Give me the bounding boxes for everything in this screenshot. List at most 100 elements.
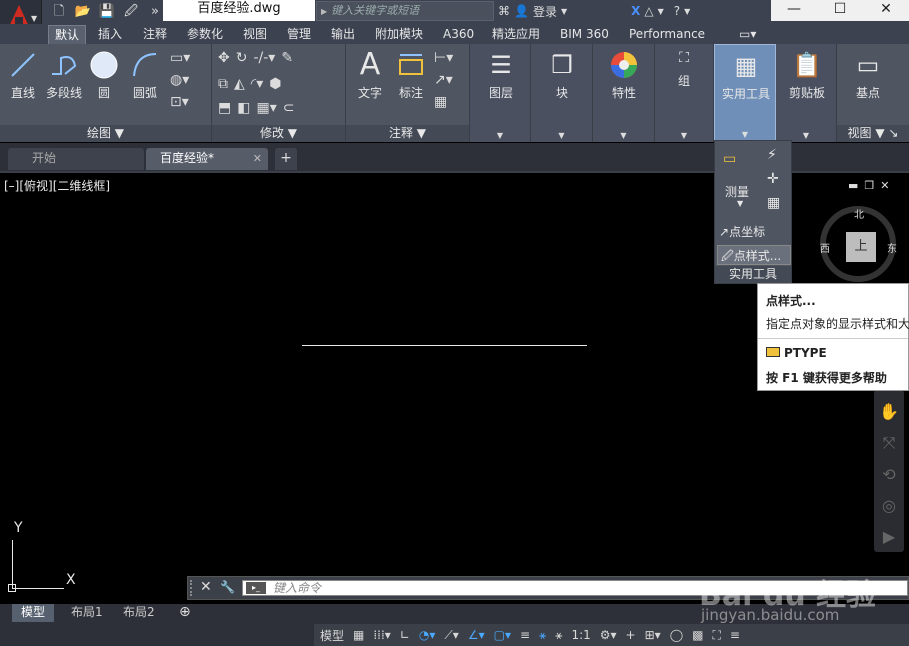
- tab-insert[interactable]: 插入: [92, 25, 128, 44]
- add-layout-button[interactable]: ⊕: [170, 604, 200, 622]
- view-panel-title[interactable]: 视图 ▼ ↘: [837, 125, 909, 142]
- chevron-down-icon[interactable]: ▼: [737, 199, 743, 208]
- auto-scale-icon[interactable]: ⚹: [555, 628, 562, 643]
- new-tab-button[interactable]: +: [275, 148, 297, 170]
- compass-west[interactable]: 西: [820, 240, 830, 255]
- close-button[interactable]: ✕: [863, 0, 909, 21]
- tab-featured-apps[interactable]: 精选应用: [486, 25, 546, 44]
- clean-screen-icon[interactable]: ⛶: [712, 628, 720, 643]
- maximize-button[interactable]: ☐: [817, 0, 863, 21]
- polar-icon[interactable]: ◔▾: [419, 628, 436, 642]
- save-icon[interactable]: 💾: [96, 2, 118, 22]
- arc-button[interactable]: 圆弧: [128, 50, 162, 101]
- a360-icon[interactable]: △: [644, 4, 653, 18]
- chevron-down-icon[interactable]: ▼: [558, 131, 564, 140]
- model-space-button[interactable]: 模型: [320, 627, 344, 644]
- tab-annotate[interactable]: 注释: [137, 25, 173, 44]
- new-file-icon[interactable]: 🗋: [48, 2, 70, 22]
- line-button[interactable]: 直线: [6, 50, 40, 101]
- group-button[interactable]: ⛶ 组: [667, 48, 701, 89]
- snap-icon[interactable]: ⁞⁞⁞▾: [373, 628, 390, 642]
- drag-handle[interactable]: [190, 580, 196, 596]
- showmotion-icon[interactable]: ▶: [874, 527, 904, 546]
- viewport-close-icon[interactable]: ✕: [880, 179, 889, 192]
- circle-button[interactable]: 圆: [88, 50, 120, 101]
- leader-icon[interactable]: ↗▾: [434, 72, 453, 88]
- annotation-visibility-icon[interactable]: ⚹: [539, 628, 546, 643]
- draw-panel-title[interactable]: 绘图 ▼: [0, 125, 211, 142]
- tab-start[interactable]: 开始: [8, 148, 144, 170]
- grid-icon[interactable]: ▦: [353, 628, 364, 642]
- erase-icon[interactable]: ✎: [281, 50, 293, 66]
- tab-a360[interactable]: A360: [437, 25, 480, 44]
- quickcalc-icon[interactable]: ⚡: [767, 147, 777, 163]
- basepoint-button[interactable]: ▭ 基点: [851, 50, 885, 101]
- calculator-small-icon[interactable]: ▦: [767, 195, 780, 211]
- utilities-panel[interactable]: ▦ 实用工具 ▼: [714, 44, 776, 142]
- array-icon[interactable]: ▦▾: [256, 100, 276, 116]
- orbit-icon[interactable]: ⟲: [874, 465, 904, 484]
- layers-panel[interactable]: ☰ 图层 ▼: [470, 44, 531, 142]
- scale-button[interactable]: 1:1: [571, 628, 590, 642]
- tab-addins[interactable]: 附加模块: [369, 25, 429, 44]
- scale-icon[interactable]: ◧: [237, 100, 250, 116]
- hatch-icon[interactable]: ◍▾: [170, 72, 190, 88]
- tab-model[interactable]: 模型: [12, 604, 55, 622]
- open-folder-icon[interactable]: 📂: [72, 2, 94, 22]
- binoculars-icon[interactable]: ⌘: [498, 4, 510, 18]
- tab-manage[interactable]: 管理: [281, 25, 317, 44]
- explode-icon[interactable]: ⬢: [269, 76, 281, 92]
- chevron-down-icon[interactable]: ▼: [497, 131, 503, 140]
- pan-icon[interactable]: ✋: [874, 402, 904, 421]
- offset-icon[interactable]: ⊂: [283, 100, 295, 116]
- viewcube-top-face[interactable]: 上: [846, 232, 876, 262]
- user-icon[interactable]: 👤: [514, 4, 529, 18]
- ortho-icon[interactable]: ∟: [400, 628, 410, 642]
- viewport-restore-icon[interactable]: ❐: [864, 179, 874, 192]
- properties-panel[interactable]: 特性 ▼: [593, 44, 655, 142]
- osnap-icon[interactable]: ∠▾: [468, 628, 485, 642]
- help-icon[interactable]: ?: [674, 4, 680, 18]
- save-as-icon[interactable]: 🖉: [120, 2, 142, 22]
- chevron-down-icon[interactable]: ▼: [658, 7, 664, 16]
- text-button[interactable]: A 文字: [354, 50, 386, 101]
- exchange-apps-icon[interactable]: X: [631, 4, 640, 18]
- chevron-down-icon[interactable]: ▼: [561, 7, 567, 16]
- drawn-line[interactable]: [302, 345, 587, 346]
- viewport-minimize-icon[interactable]: ▬: [848, 179, 858, 192]
- close-tab-icon[interactable]: ✕: [253, 148, 262, 169]
- clipboard-button[interactable]: 📋 剪贴板: [784, 50, 830, 101]
- tab-parametric[interactable]: 参数化: [181, 25, 229, 44]
- lineweight-icon[interactable]: ≡: [520, 628, 530, 642]
- chevron-down-icon[interactable]: ▼: [742, 130, 748, 139]
- viewport-label[interactable]: [–][俯视][二维线框]: [4, 177, 110, 194]
- group-panel[interactable]: ⛶ 组 ▼: [655, 44, 714, 142]
- utilities-button[interactable]: ▦ 实用工具: [719, 51, 773, 102]
- tab-bim360[interactable]: BIM 360: [554, 25, 615, 44]
- close-icon[interactable]: ✕: [200, 579, 212, 595]
- customize-icon[interactable]: ≡: [730, 628, 740, 642]
- tab-default[interactable]: 默认: [48, 25, 87, 44]
- isodraft-icon[interactable]: ⟋▾: [444, 628, 458, 643]
- layers-button[interactable]: ☰ 图层: [484, 50, 518, 101]
- move-icon[interactable]: ✥: [218, 50, 230, 66]
- linear-dim-icon[interactable]: ⊢▾: [434, 50, 453, 66]
- tab-performance[interactable]: Performance: [623, 25, 711, 44]
- hardware-acceleration-icon[interactable]: ▩: [692, 628, 703, 642]
- chevron-down-icon[interactable]: ▼: [684, 7, 690, 16]
- trim-icon[interactable]: -/-▾: [253, 50, 275, 66]
- units-icon[interactable]: ⊞▾: [645, 628, 661, 642]
- block-button[interactable]: ❒ 块: [545, 50, 579, 101]
- chevron-down-icon[interactable]: ▼: [803, 131, 809, 140]
- 3d-osnap-icon[interactable]: ▢▾: [494, 628, 511, 642]
- annotation-panel-title[interactable]: 注释 ▼: [346, 125, 469, 142]
- plus-icon[interactable]: +: [626, 628, 636, 642]
- mirror-icon[interactable]: ◭: [234, 76, 245, 92]
- settings-icon[interactable]: ⚙▾: [600, 628, 617, 642]
- measure-button[interactable]: 测量: [725, 183, 749, 200]
- fillet-icon[interactable]: ◜▾: [251, 76, 263, 92]
- login-button[interactable]: 登录: [533, 3, 557, 20]
- properties-button[interactable]: 特性: [607, 50, 641, 101]
- stretch-icon[interactable]: ⬒: [218, 100, 231, 116]
- tab-layout2[interactable]: 布局2: [114, 604, 164, 622]
